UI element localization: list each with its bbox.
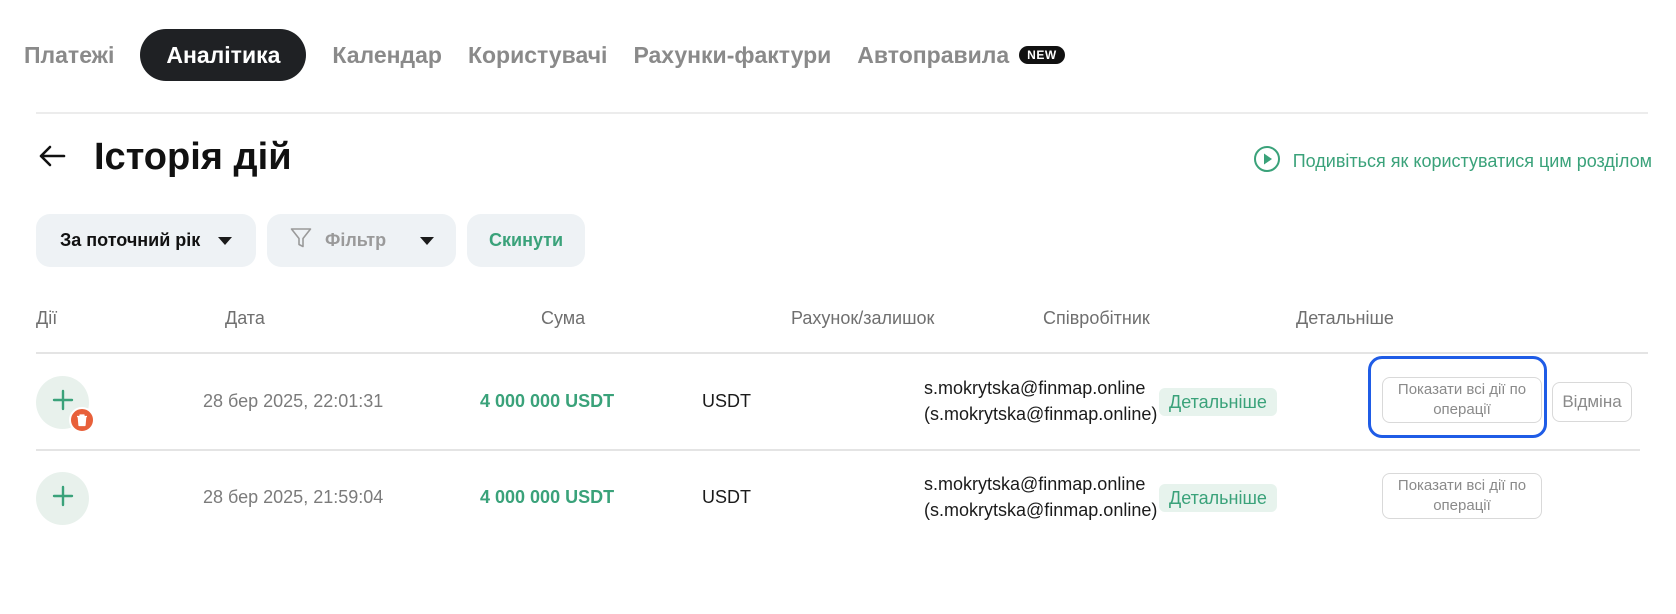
tab-users[interactable]: Користувачі — [468, 42, 608, 69]
row-employee: s.mokrytska@finmap.online (s.mokrytska@f… — [924, 471, 1157, 523]
tab-autorules[interactable]: Автоправила NEW — [857, 41, 1065, 69]
trash-icon — [69, 407, 95, 433]
row-amount: 4 000 000 USDT — [480, 391, 615, 411]
filter-button-label: Фільтр — [325, 230, 387, 250]
tab-invoices[interactable]: Рахунки-фактури — [633, 42, 831, 69]
row-employee-name: (s.mokrytska@finmap.online) — [924, 404, 1158, 424]
plus-icon — [51, 484, 75, 513]
show-all-actions-line1: Показати всі дії по — [1397, 477, 1527, 494]
howto-link[interactable]: Подивіться як користуватися цим розділом — [1253, 145, 1652, 178]
focus-highlight — [1368, 356, 1547, 438]
column-header-details: Детальніше — [1296, 308, 1394, 328]
row-account: USDT — [702, 487, 751, 507]
filter-button[interactable]: Фільтр — [267, 214, 456, 267]
tab-autorules-label: Автоправила — [857, 41, 1010, 68]
cancel-button[interactable]: Відміна — [1552, 382, 1632, 422]
column-header-account: Рахунок/залишок — [791, 308, 935, 328]
row-employee-name: (s.mokrytska@finmap.online) — [924, 500, 1158, 520]
row-account: USDT — [702, 391, 751, 411]
chevron-down-icon — [218, 236, 232, 245]
new-badge: NEW — [1019, 46, 1065, 64]
column-header-employee: Співробітник — [1043, 308, 1150, 328]
row-employee-email: s.mokrytska@finmap.online — [924, 378, 1146, 398]
tab-calendar[interactable]: Календар — [332, 42, 442, 69]
page-title: Історія дій — [94, 136, 292, 178]
funnel-icon — [289, 226, 313, 255]
nav-divider — [36, 112, 1648, 114]
row-date: 28 бер 2025, 21:59:04 — [203, 487, 384, 507]
show-all-actions-button[interactable]: Показати всі дії по операції — [1382, 473, 1542, 519]
details-badge[interactable]: Детальніше — [1159, 484, 1277, 512]
action-button[interactable] — [36, 472, 89, 525]
row-employee-email: s.mokrytska@finmap.online — [924, 474, 1146, 494]
tab-payments[interactable]: Платежі — [24, 42, 114, 69]
column-header-actions: Дії — [36, 308, 58, 328]
chevron-down-icon[interactable] — [420, 236, 435, 245]
period-select-label: За поточний рік — [60, 230, 201, 250]
row-amount: 4 000 000 USDT — [480, 487, 615, 507]
reset-button[interactable]: Скинути — [467, 214, 586, 267]
row-divider — [36, 449, 1640, 451]
show-all-actions-line2: операції — [1433, 497, 1491, 514]
column-header-date: Дата — [225, 308, 265, 328]
header-divider — [36, 352, 1648, 354]
period-select[interactable]: За поточний рік — [36, 214, 256, 267]
row-employee: s.mokrytska@finmap.online (s.mokrytska@f… — [924, 375, 1157, 427]
details-badge[interactable]: Детальніше — [1159, 388, 1277, 416]
row-date: 28 бер 2025, 22:01:31 — [203, 391, 384, 411]
column-header-amount: Сума — [541, 308, 586, 328]
top-nav: Платежі Аналітика Календар Користувачі Р… — [24, 29, 1065, 81]
play-circle-icon — [1253, 145, 1281, 178]
filters-bar: За поточний рік Фільтр Скинути — [36, 214, 586, 267]
tab-analytics[interactable]: Аналітика — [140, 29, 307, 81]
howto-link-label: Подивіться як користуватися цим розділом — [1292, 151, 1652, 171]
back-arrow-icon[interactable] — [36, 140, 68, 172]
